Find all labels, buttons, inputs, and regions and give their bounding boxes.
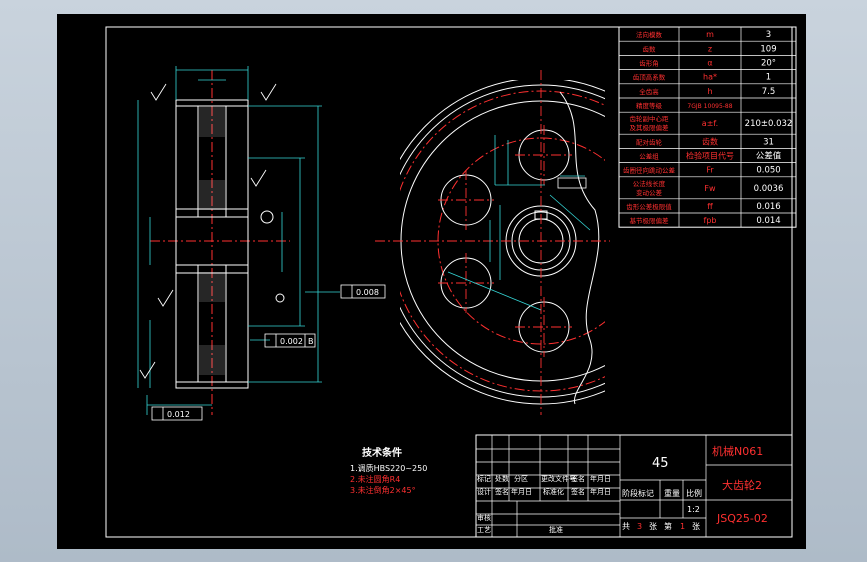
param-name-1: 齿数 xyxy=(643,44,657,53)
param-name-6: 齿轮副中心距 xyxy=(630,114,670,123)
param-name-10: 变动公差 xyxy=(636,188,663,197)
svg-text:处数: 处数 xyxy=(495,474,509,483)
svg-text:年月日: 年月日 xyxy=(511,487,532,496)
param-val-9: 0.050 xyxy=(756,166,780,176)
drawing-number: JSQ25-02 xyxy=(716,512,768,525)
svg-text:标准化: 标准化 xyxy=(543,487,564,496)
sheet-total: 3 xyxy=(637,522,642,531)
tb-review: 审核 xyxy=(477,513,491,522)
param-val-2: 20° xyxy=(761,59,776,69)
param-sym-10: Fw xyxy=(704,184,716,193)
svg-text:年月日: 年月日 xyxy=(590,474,611,483)
tb-process: 工艺 xyxy=(477,526,491,534)
param-sym-11: ff xyxy=(707,202,713,211)
param-val-0: 3 xyxy=(766,30,771,40)
datum-letter: B xyxy=(308,337,314,346)
param-sym-5: 7GJB 10095-88 xyxy=(687,103,732,110)
param-sym-6: a±f. xyxy=(702,119,718,128)
stage-mark-label: 阶段标记 xyxy=(622,488,654,498)
scale-value: 1:2 xyxy=(687,505,700,514)
svg-text:签名: 签名 xyxy=(571,474,585,483)
lightening-hole-4 xyxy=(518,301,570,353)
param-name-6: 及其极限偏差 xyxy=(630,123,670,132)
runout-value-1: 0.008 xyxy=(356,288,379,297)
param-val-4: 7.5 xyxy=(762,87,776,97)
svg-text:签名: 签名 xyxy=(571,487,585,496)
company-name: 机械N061 xyxy=(712,444,763,458)
param-val-7: 31 xyxy=(763,137,774,147)
param-sym-4: h xyxy=(707,87,712,96)
param-name-0: 法向模数 xyxy=(636,30,663,39)
tech-req-item-2: 2.未注圆角R4 xyxy=(350,474,400,484)
param-name-9: 齿圈径向跳动公差 xyxy=(623,166,676,175)
param-name-5: 精度等级 xyxy=(636,101,663,110)
param-name-2: 齿形角 xyxy=(639,59,659,68)
runout-value-3: 0.012 xyxy=(167,410,190,419)
param-val-3: 1 xyxy=(766,73,771,83)
tech-req-title: 技术条件 xyxy=(362,446,402,459)
svg-text:张: 张 xyxy=(692,522,700,531)
param-val-11: 0.016 xyxy=(756,202,780,212)
title-block: 标记 处数 分区 更改文件号 签名 年月日 设计 签名 年月日 标准化 签名 年… xyxy=(475,434,793,538)
tb-approve: 批准 xyxy=(549,525,563,534)
tb-designer: 设计 xyxy=(477,487,491,496)
weight-label: 重量 xyxy=(664,488,680,498)
gear-section-view: 0.008 0.002 B 0.012 xyxy=(137,66,386,421)
param-val-6: 210±0.032 xyxy=(745,119,793,129)
break-line xyxy=(559,91,600,405)
param-sym-12: fpb xyxy=(704,216,717,225)
svg-text:分区: 分区 xyxy=(514,474,528,483)
technical-requirements: 技术条件 1.调质HBS220~250 2.未注圆角R4 3.未注倒角2×45° xyxy=(350,446,427,495)
gear-parameter-table: 法向模数 m 3 齿数 z 109 齿形角 α 20° 齿顶高系数 ha* 1 全齿高 h 7.5 精度等级 7… xyxy=(618,26,797,228)
svg-text:共: 共 xyxy=(622,522,630,531)
param-name-8: 公差组 xyxy=(639,152,659,161)
param-val-1: 109 xyxy=(760,44,776,54)
tech-req-item-3: 3.未注倒角2×45° xyxy=(350,485,416,495)
datum-circle xyxy=(260,210,274,224)
svg-text:签名: 签名 xyxy=(495,487,509,496)
upper-hatch-a xyxy=(199,107,225,137)
param-val-8: 公差值 xyxy=(756,151,782,162)
svg-text:第: 第 xyxy=(664,521,672,531)
runout-value-2: 0.002 xyxy=(280,337,303,346)
sheet-number: 1 xyxy=(680,522,685,531)
material-label: 45 xyxy=(652,456,669,471)
tb-mark: 标记 xyxy=(477,474,491,483)
param-name-10: 公法线长度 xyxy=(633,179,666,188)
param-name-12: 基节极限偏差 xyxy=(630,216,670,225)
scale-label: 比例 xyxy=(686,488,702,498)
cad-viewport: 0.008 0.002 B 0.012 法向模数 m 3 齿数 z 109 齿形… xyxy=(0,0,867,562)
param-sym-3: ha* xyxy=(703,73,717,82)
svg-text:张: 张 xyxy=(649,522,657,531)
param-sym-1: z xyxy=(708,44,712,53)
param-name-7: 配对齿轮 xyxy=(636,137,663,146)
param-sym-8: 检验项目代号 xyxy=(686,151,734,161)
tech-req-item-1: 1.调质HBS220~250 xyxy=(350,463,427,473)
param-sym-0: m xyxy=(706,30,714,39)
param-name-11: 齿形公差极限值 xyxy=(626,202,672,211)
svg-text:年月日: 年月日 xyxy=(590,487,611,496)
param-name-4: 全齿高 xyxy=(639,87,659,96)
param-val-10: 0.0036 xyxy=(754,184,784,194)
drawing-canvas: 0.008 0.002 B 0.012 法向模数 m 3齿数 z 109齿形角 … xyxy=(105,26,797,538)
param-name-3: 齿顶高系数 xyxy=(633,73,666,82)
param-sym-2: α xyxy=(707,59,712,68)
lightening-hole-1 xyxy=(518,129,570,181)
part-name: 大齿轮2 xyxy=(722,478,762,492)
param-val-12: 0.014 xyxy=(756,216,780,226)
param-sym-9: Fr xyxy=(706,166,714,175)
upper-hatch-b xyxy=(199,180,225,210)
param-sym-7: 齿数 xyxy=(702,136,718,146)
